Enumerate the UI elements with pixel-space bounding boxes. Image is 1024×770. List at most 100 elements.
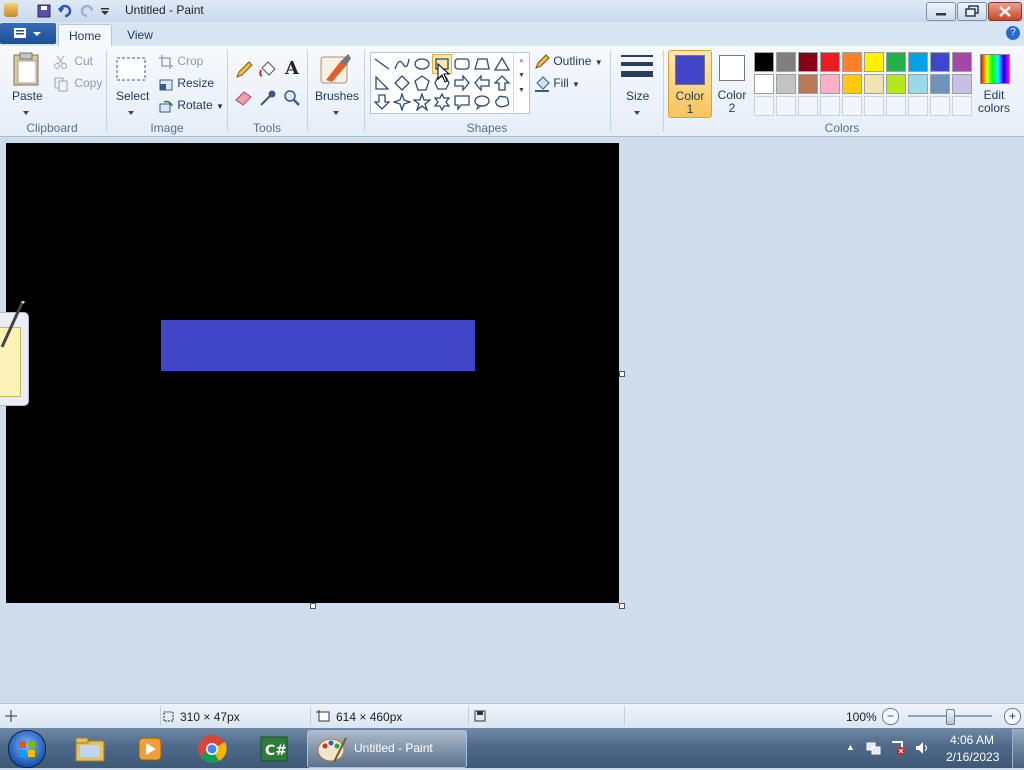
- select-icon[interactable]: [115, 55, 147, 83]
- color2-button[interactable]: Color 2: [714, 50, 750, 116]
- customize-quick-access-icon[interactable]: [99, 3, 115, 19]
- palette-swatch[interactable]: [930, 52, 950, 72]
- paint-taskbar-button[interactable]: Untitled - Paint: [307, 730, 467, 768]
- canvas-resize-handle-corner[interactable]: [619, 603, 625, 609]
- select-dropdown-icon[interactable]: [128, 104, 134, 115]
- palette-swatch[interactable]: [754, 52, 774, 72]
- edit-colors-button[interactable]: Edit colors: [977, 52, 1011, 118]
- scroll-down-icon[interactable]: ▼: [514, 72, 529, 79]
- paste-button[interactable]: Paste: [12, 89, 43, 103]
- down-arrow-shape-icon[interactable]: [373, 93, 391, 111]
- left-arrow-shape-icon[interactable]: [473, 74, 491, 92]
- canvas-resize-handle-bottom[interactable]: [310, 603, 316, 609]
- five-point-star-shape-icon[interactable]: [413, 93, 431, 111]
- crop-button[interactable]: Crop: [158, 54, 203, 70]
- scroll-up-icon[interactable]: ▲: [514, 57, 529, 64]
- tab-home[interactable]: Home: [58, 24, 112, 47]
- curve-shape-icon[interactable]: [393, 55, 411, 73]
- brushes-icon[interactable]: [318, 52, 354, 88]
- resize-button[interactable]: Resize: [158, 76, 214, 92]
- volume-icon[interactable]: [914, 740, 930, 756]
- cut-button[interactable]: Cut: [53, 54, 93, 70]
- minimize-button[interactable]: [926, 2, 956, 21]
- right-arrow-shape-icon[interactable]: [453, 74, 471, 92]
- up-arrow-shape-icon[interactable]: [493, 74, 511, 92]
- copy-button[interactable]: Copy: [53, 76, 102, 92]
- palette-swatch[interactable]: [908, 74, 928, 94]
- oval-callout-shape-icon[interactable]: [473, 93, 491, 111]
- action-center-icon[interactable]: [890, 740, 906, 756]
- oval-shape-icon[interactable]: [413, 55, 431, 73]
- rounded-rectangle-shape-icon[interactable]: [453, 55, 471, 73]
- custom-color-slot[interactable]: [908, 96, 928, 116]
- shapes-scrollbar[interactable]: ▲ ▼ ▼: [513, 53, 529, 113]
- clock-time[interactable]: 4:06 AM: [950, 733, 994, 747]
- palette-swatch[interactable]: [864, 52, 884, 72]
- zoom-slider-thumb[interactable]: [946, 709, 955, 725]
- palette-swatch[interactable]: [842, 74, 862, 94]
- six-point-star-shape-icon[interactable]: [433, 93, 451, 111]
- custom-color-slot[interactable]: [754, 96, 774, 116]
- triangle-shape-icon[interactable]: [493, 55, 511, 73]
- custom-color-slot[interactable]: [798, 96, 818, 116]
- rectangular-callout-shape-icon[interactable]: [453, 93, 471, 111]
- restore-button[interactable]: [957, 2, 987, 21]
- chrome-taskbar-icon[interactable]: [194, 733, 230, 765]
- palette-swatch[interactable]: [798, 74, 818, 94]
- palette-swatch[interactable]: [820, 52, 840, 72]
- outline-button[interactable]: Outline ▼: [534, 54, 603, 70]
- custom-color-slot[interactable]: [842, 96, 862, 116]
- line-shape-icon[interactable]: [373, 55, 391, 73]
- pentagon-shape-icon[interactable]: [413, 74, 431, 92]
- sticky-notes-gadget[interactable]: [0, 301, 29, 406]
- drawing-canvas[interactable]: [6, 143, 619, 603]
- color1-button[interactable]: Color 1: [668, 50, 712, 118]
- save-icon[interactable]: [36, 3, 52, 19]
- cloud-callout-shape-icon[interactable]: [493, 93, 511, 111]
- explorer-taskbar-icon[interactable]: [72, 733, 108, 765]
- network-icon[interactable]: [866, 740, 882, 756]
- palette-swatch[interactable]: [776, 52, 796, 72]
- palette-swatch[interactable]: [842, 52, 862, 72]
- paste-dropdown-icon[interactable]: [23, 104, 29, 115]
- right-triangle-shape-icon[interactable]: [373, 74, 391, 92]
- size-button[interactable]: Size: [626, 89, 649, 103]
- select-button[interactable]: Select: [116, 89, 149, 103]
- paint-menu-button[interactable]: [0, 23, 56, 44]
- zoom-in-button[interactable]: +: [1004, 708, 1021, 725]
- custom-color-slot[interactable]: [930, 96, 950, 116]
- size-dropdown-icon[interactable]: [634, 104, 640, 115]
- zoom-out-button[interactable]: −: [882, 708, 899, 725]
- show-desktop-button[interactable]: [1012, 729, 1024, 768]
- palette-swatch[interactable]: [754, 74, 774, 94]
- brushes-button[interactable]: Brushes: [315, 89, 359, 103]
- pencil-icon[interactable]: [234, 60, 254, 80]
- paste-icon[interactable]: [10, 52, 44, 88]
- palette-swatch[interactable]: [886, 74, 906, 94]
- paint-app-icon[interactable]: [4, 3, 18, 17]
- rotate-button[interactable]: Rotate ▼: [158, 98, 224, 114]
- palette-swatch[interactable]: [886, 52, 906, 72]
- eraser-icon[interactable]: [234, 88, 254, 108]
- palette-swatch[interactable]: [952, 74, 972, 94]
- palette-swatch[interactable]: [908, 52, 928, 72]
- brushes-dropdown-icon[interactable]: [333, 104, 339, 115]
- palette-swatch[interactable]: [952, 52, 972, 72]
- close-button[interactable]: [988, 2, 1022, 21]
- canvas-resize-handle-right[interactable]: [619, 371, 625, 377]
- custom-color-slot[interactable]: [864, 96, 884, 116]
- palette-swatch[interactable]: [776, 74, 796, 94]
- color-picker-icon[interactable]: [258, 88, 278, 108]
- show-hidden-icons-icon[interactable]: ▲: [846, 742, 856, 752]
- custom-color-slot[interactable]: [886, 96, 906, 116]
- magnifier-icon[interactable]: [282, 88, 302, 108]
- start-button[interactable]: [8, 730, 46, 768]
- custom-color-slot[interactable]: [776, 96, 796, 116]
- help-icon[interactable]: ?: [1006, 26, 1020, 40]
- text-tool-icon[interactable]: A: [282, 58, 302, 80]
- clock-date[interactable]: 2/16/2023: [946, 750, 999, 764]
- fill-bucket-icon[interactable]: [258, 60, 278, 80]
- more-shapes-icon[interactable]: ▼: [514, 87, 529, 94]
- diamond-shape-icon[interactable]: [393, 74, 411, 92]
- size-icon[interactable]: [620, 54, 654, 84]
